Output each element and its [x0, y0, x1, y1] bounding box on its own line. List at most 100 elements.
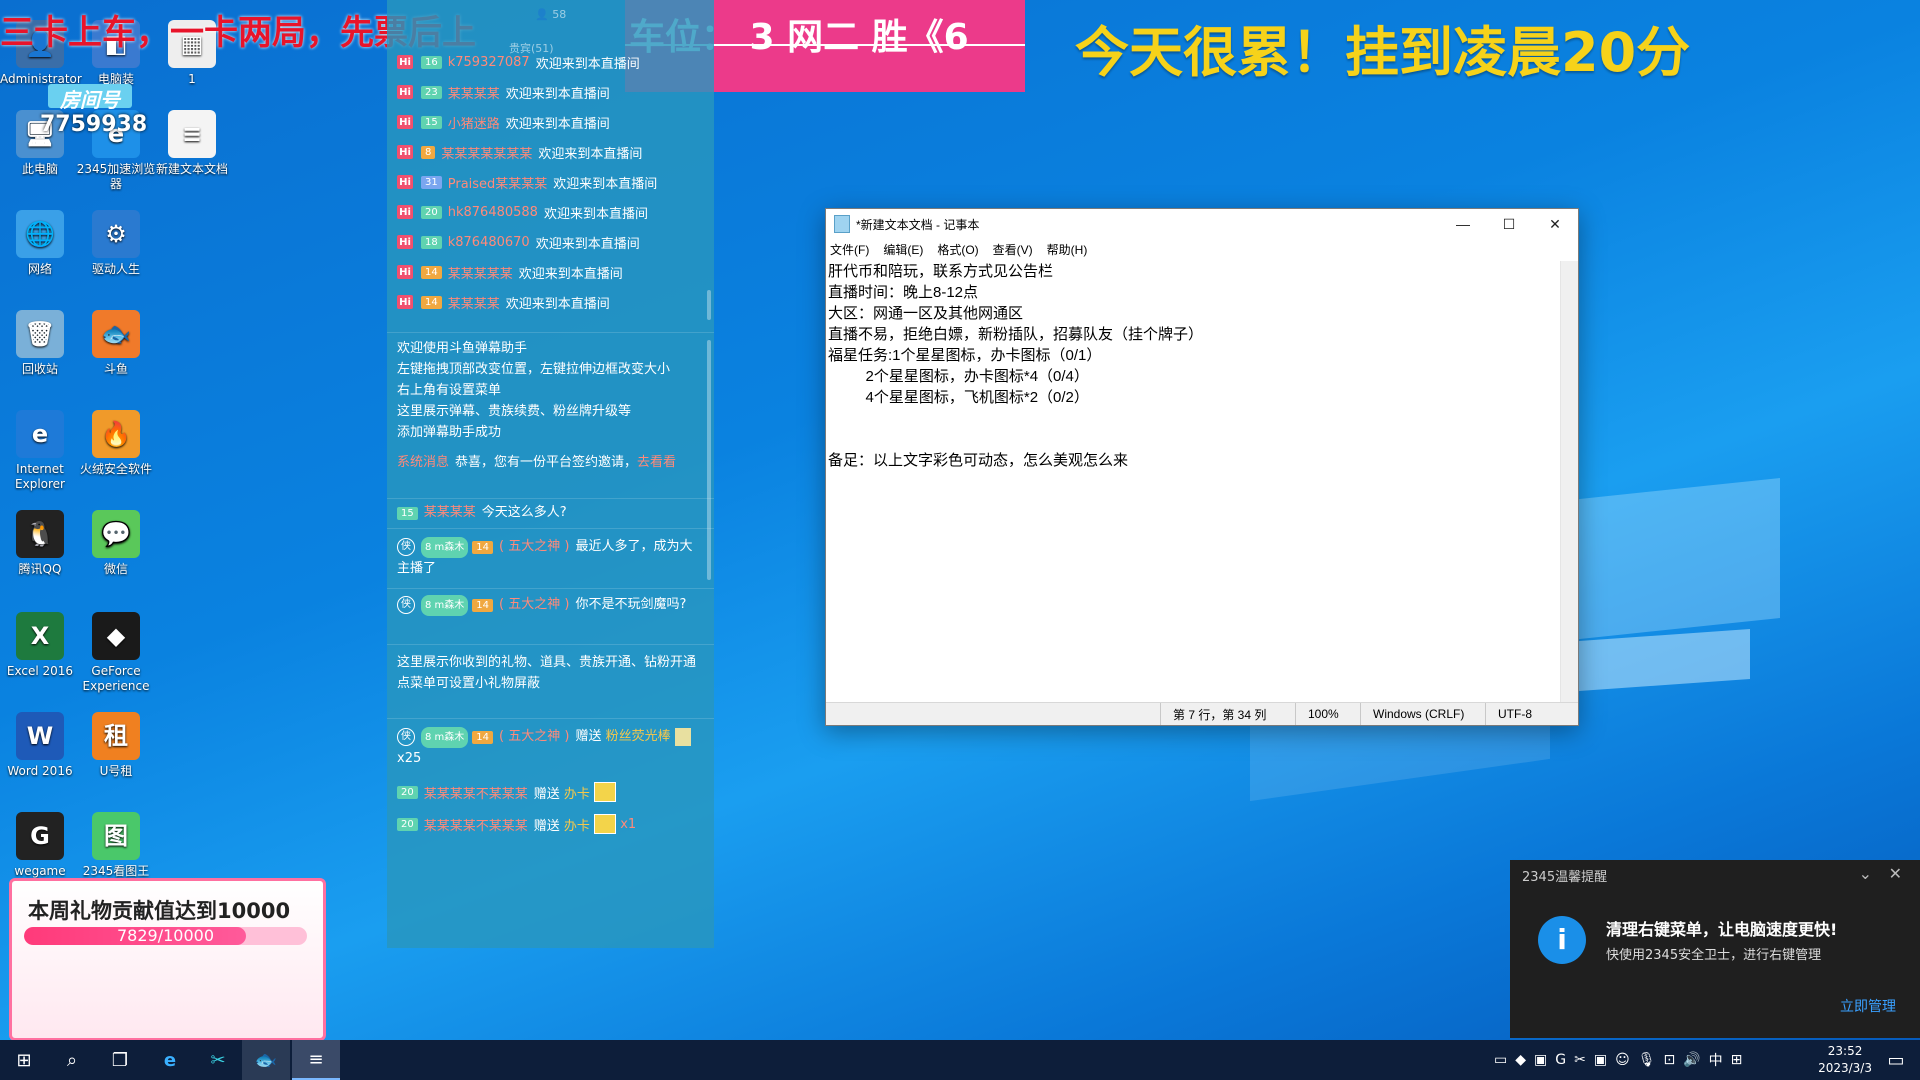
- zoom-level: 100%: [1295, 703, 1360, 725]
- volume-icon: 🔊: [1683, 1052, 1701, 1068]
- hi-icon: Hi: [397, 115, 413, 129]
- mic-icon: 🎙: [1637, 1052, 1656, 1068]
- invite-message: 系统消息 恭喜，您有一份平台签约邀请，去看看: [397, 455, 677, 470]
- app-icon: ⚙: [92, 210, 140, 258]
- desktop-icon[interactable]: 🌐 网络: [0, 210, 80, 277]
- chat-scrollbar[interactable]: [707, 290, 711, 320]
- weekly-gift-panel: 本周礼物贡献值达到10000 7829/10000: [9, 878, 326, 1041]
- system-messages: 欢迎使用斗鱼弹幕助手 左键拖拽顶部改变位置，左键拉伸边框改变大小 右上角有设置菜单这…: [397, 341, 671, 440]
- danmu-icon: ✂: [1574, 1052, 1586, 1068]
- chat-message: 15 某某某某 今天这么多人?: [397, 502, 702, 523]
- room-number: 7759938: [40, 112, 148, 137]
- menu-item[interactable]: 帮助(H): [1047, 241, 1088, 258]
- menu-item[interactable]: 文件(F): [830, 241, 869, 258]
- notification-toast[interactable]: 2345温馨提醒 ⌄ ✕ i 清理右键菜单，让电脑速度更快! 快使用2345安全…: [1510, 860, 1920, 1038]
- notepad-titlebar[interactable]: *新建文本文档 - 记事本 — ☐ ✕: [826, 209, 1578, 239]
- system-tray[interactable]: ▭ ◆ ▣ G ✂ ▣ ☺ 🎙 ⊡ 🔊 中 ⊞: [1494, 1040, 1742, 1080]
- maximize-button[interactable]: ☐: [1486, 209, 1532, 239]
- close-icon[interactable]: ✕: [1889, 864, 1902, 883]
- desktop-icon-label: 此电脑: [21, 162, 58, 176]
- danmu-chat-panel[interactable]: 贵宾(51) 👤 58 Hi 16 k759327087 欢迎来到本直播间 Hi 23 某某…: [387, 0, 714, 948]
- task-view-icon[interactable]: ❐: [96, 1040, 144, 1080]
- chat-join-row: Hi 14 某某某某 欢迎来到本直播间: [397, 292, 610, 312]
- desktop-icon-label: GeForce Experience: [82, 664, 150, 693]
- noble-medal-icon: 侠: [397, 727, 415, 746]
- desktop-icon[interactable]: 🗑 回收站: [0, 310, 80, 377]
- card-gift-icon: [594, 814, 617, 834]
- ie-taskbar-icon[interactable]: e: [146, 1040, 194, 1080]
- desktop-icon[interactable]: X Excel 2016: [0, 612, 80, 679]
- desktop-icon[interactable]: ≡ 新建文本文档: [152, 110, 232, 177]
- desktop-icon[interactable]: e Internet Explorer: [0, 410, 80, 492]
- notepad-window[interactable]: *新建文本文档 - 记事本 — ☐ ✕ 文件(F) 编辑(E) 格式(O) 查看(V)…: [825, 208, 1579, 726]
- gift-message: 20 某某某某不某某某 赠送 办卡: [397, 782, 617, 802]
- desktop-icon[interactable]: 🐟 斗鱼: [76, 310, 156, 377]
- danmu-taskbar-icon[interactable]: ✂: [194, 1040, 242, 1080]
- desktop-icon-label: 2345加速浏览器: [76, 162, 156, 191]
- chat-join-row: Hi 23 某某某某 欢迎来到本直播间: [397, 82, 610, 102]
- app-icon: W: [16, 712, 64, 760]
- hi-icon: Hi: [397, 295, 413, 309]
- viewer-count: 👤 58: [535, 8, 567, 21]
- app-icon: 💬: [92, 510, 140, 558]
- chat-join-row: Hi 15 小猪迷路 欢迎来到本直播间: [397, 112, 610, 132]
- douyu-icon: ▣: [1593, 1052, 1608, 1068]
- notepad-scrollbar[interactable]: [1560, 261, 1578, 703]
- app-icon: 🌐: [16, 210, 64, 258]
- taskbar: ⊞ ⌕ ❐ e ✂ 🐟 ≡ ▭ ◆ ▣ G ✂ ▣ ☺ 🎙 ⊡ 🔊 中 ⊞ 23:52 2023/3/3…: [0, 1040, 1920, 1080]
- menu-item[interactable]: 编辑(E): [883, 241, 923, 258]
- desktop-icon[interactable]: 租 U号租: [76, 712, 156, 779]
- invite-link[interactable]: 去看看: [637, 455, 676, 470]
- overlay-yellow-text: 今天很累！挂到凌晨20分: [1075, 21, 1691, 84]
- app-icon: 🗑: [16, 310, 64, 358]
- desktop-icon-label: 1: [188, 72, 196, 86]
- desktop-icon[interactable]: ◆ GeForce Experience: [76, 612, 156, 694]
- manage-now-link[interactable]: 立即管理: [1840, 996, 1896, 1016]
- desktop-icon-label: 微信: [103, 562, 128, 576]
- notepad-statusbar: 第 7 行，第 34 列 100% Windows (CRLF) UTF-8: [826, 702, 1578, 725]
- hi-icon: Hi: [397, 55, 413, 69]
- notepad-text-area[interactable]: 肝代币和陪玩，联系方式见公告栏 直播时间：晚上8-12点 大区：网通一区及其他网…: [826, 261, 1560, 703]
- desktop-icon-label: Word 2016: [7, 764, 73, 778]
- app-icon: X: [16, 612, 64, 660]
- menu-item[interactable]: 格式(O): [937, 241, 978, 258]
- app-icon: 🔥: [92, 410, 140, 458]
- hi-icon: Hi: [397, 265, 413, 279]
- hi-icon: Hi: [397, 145, 413, 159]
- clock[interactable]: 23:52 2023/3/3: [1818, 1043, 1872, 1077]
- chat-join-row: Hi 8 某某某某某某某 欢迎来到本直播间: [397, 142, 642, 162]
- qq-icon: ☺: [1615, 1052, 1630, 1068]
- menu-item[interactable]: 查看(V): [993, 241, 1033, 258]
- desktop-icon[interactable]: W Word 2016: [0, 712, 80, 779]
- app-icon: 图: [92, 812, 140, 860]
- minimize-button[interactable]: —: [1440, 209, 1486, 239]
- hi-icon: Hi: [397, 175, 413, 189]
- notepad-taskbar-icon[interactable]: ≡: [292, 1040, 340, 1080]
- notification-center-icon[interactable]: ▭: [1872, 1040, 1920, 1080]
- glowstick-icon: [674, 727, 691, 746]
- line-ending: Windows (CRLF): [1360, 703, 1485, 725]
- douyu-taskbar-icon[interactable]: 🐟: [242, 1040, 290, 1080]
- desktop-icon[interactable]: ⚙ 驱动人生: [76, 210, 156, 277]
- info-icon: i: [1538, 916, 1586, 964]
- desktop-icon[interactable]: 🐧 腾讯QQ: [0, 510, 80, 577]
- chevron-down-icon[interactable]: ⌄: [1859, 864, 1872, 883]
- close-button[interactable]: ✕: [1532, 209, 1578, 239]
- gift-message: 20 某某某某不某某某 赠送 办卡 x1: [397, 814, 642, 834]
- notepad-icon: [834, 215, 850, 233]
- chat-scrollbar[interactable]: [707, 340, 711, 580]
- desktop-icon[interactable]: 图 2345看图王: [76, 812, 156, 879]
- desktop-icon-label: 火绒安全软件: [79, 462, 152, 476]
- start-button[interactable]: ⊞: [0, 1040, 48, 1080]
- toast-header: 2345温馨提醒: [1522, 870, 1608, 885]
- chat-join-row: Hi 31 Praised某某某某 欢迎来到本直播间: [397, 172, 657, 192]
- noble-medal-icon: 侠: [397, 537, 415, 556]
- search-icon[interactable]: ⌕: [48, 1040, 96, 1080]
- desktop-icon[interactable]: Gwegame: [0, 812, 80, 879]
- card-gift-icon: [594, 782, 617, 802]
- desktop-icon-label: 驱动人生: [91, 262, 140, 276]
- desktop-icon[interactable]: 🔥 火绒安全软件: [76, 410, 156, 477]
- desktop-icon[interactable]: 💬 微信: [76, 510, 156, 577]
- desktop-icon-label: Excel 2016: [6, 664, 74, 678]
- toast-title: 清理右键菜单，让电脑速度更快!: [1606, 920, 1838, 939]
